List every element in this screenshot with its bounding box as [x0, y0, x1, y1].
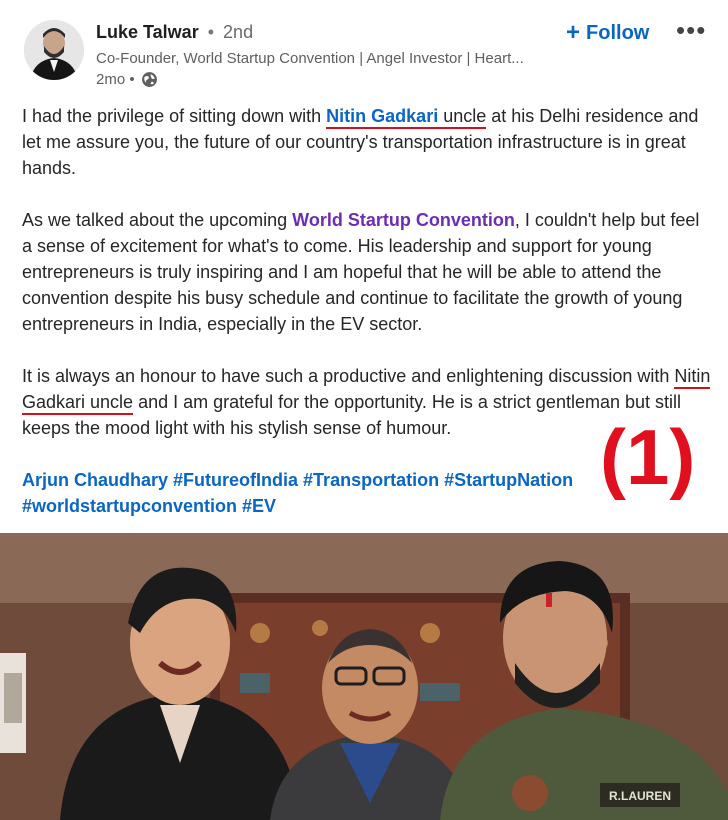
underlined-mention: Nitin Gadkari uncle [326, 106, 487, 129]
follow-button[interactable]: + Follow [566, 18, 649, 48]
paragraph-1: I had the privilege of sitting down with… [22, 103, 712, 181]
hashtag-worldstartupconvention[interactable]: #worldstartupconvention [22, 496, 237, 516]
mention-nitin-gadkari[interactable]: Nitin Gadkari [326, 106, 438, 126]
mention-world-startup-convention[interactable]: World Startup Convention [292, 210, 515, 230]
more-options-icon[interactable]: ••• [676, 17, 706, 43]
text-segment: uncle [438, 106, 487, 126]
plus-icon: + [566, 19, 581, 46]
globe-icon [141, 72, 157, 87]
annotation-label: (1) [600, 413, 696, 501]
mention-arjun-chaudhary[interactable]: Arjun Chaudhary [22, 470, 168, 490]
author-name[interactable]: Luke Talwar [96, 22, 199, 42]
author-avatar[interactable] [24, 20, 84, 80]
follow-label: Follow [586, 21, 650, 44]
text-segment: I had the privilege of sitting down with [22, 106, 327, 126]
linkedin-post: Luke Talwar • 2nd Co-Founder, World Star… [0, 0, 728, 820]
post-meta: 2mo • [96, 71, 158, 88]
paragraph-2: As we talked about the upcoming World St… [22, 207, 712, 337]
hashtag-ev[interactable]: #EV [242, 496, 276, 516]
jacket-label: R.LAUREN [609, 789, 671, 803]
connection-degree: 2nd [223, 22, 254, 42]
hashtag-startupnation[interactable]: #StartupNation [444, 470, 573, 490]
separator-dot: • [207, 22, 215, 42]
hashtag-transportation[interactable]: #Transportation [303, 470, 439, 490]
author-headline: Co-Founder, World Startup Convention | A… [96, 50, 524, 67]
post-time: 2mo • [96, 71, 135, 88]
text-segment: It is always an honour to have such a pr… [22, 366, 675, 386]
post-photo[interactable]: R.LAUREN [0, 533, 728, 820]
text-segment: As we talked about the upcoming [22, 210, 293, 230]
author-row: Luke Talwar • 2nd [96, 22, 253, 43]
hashtag-futureofindia[interactable]: #FutureofIndia [173, 470, 298, 490]
